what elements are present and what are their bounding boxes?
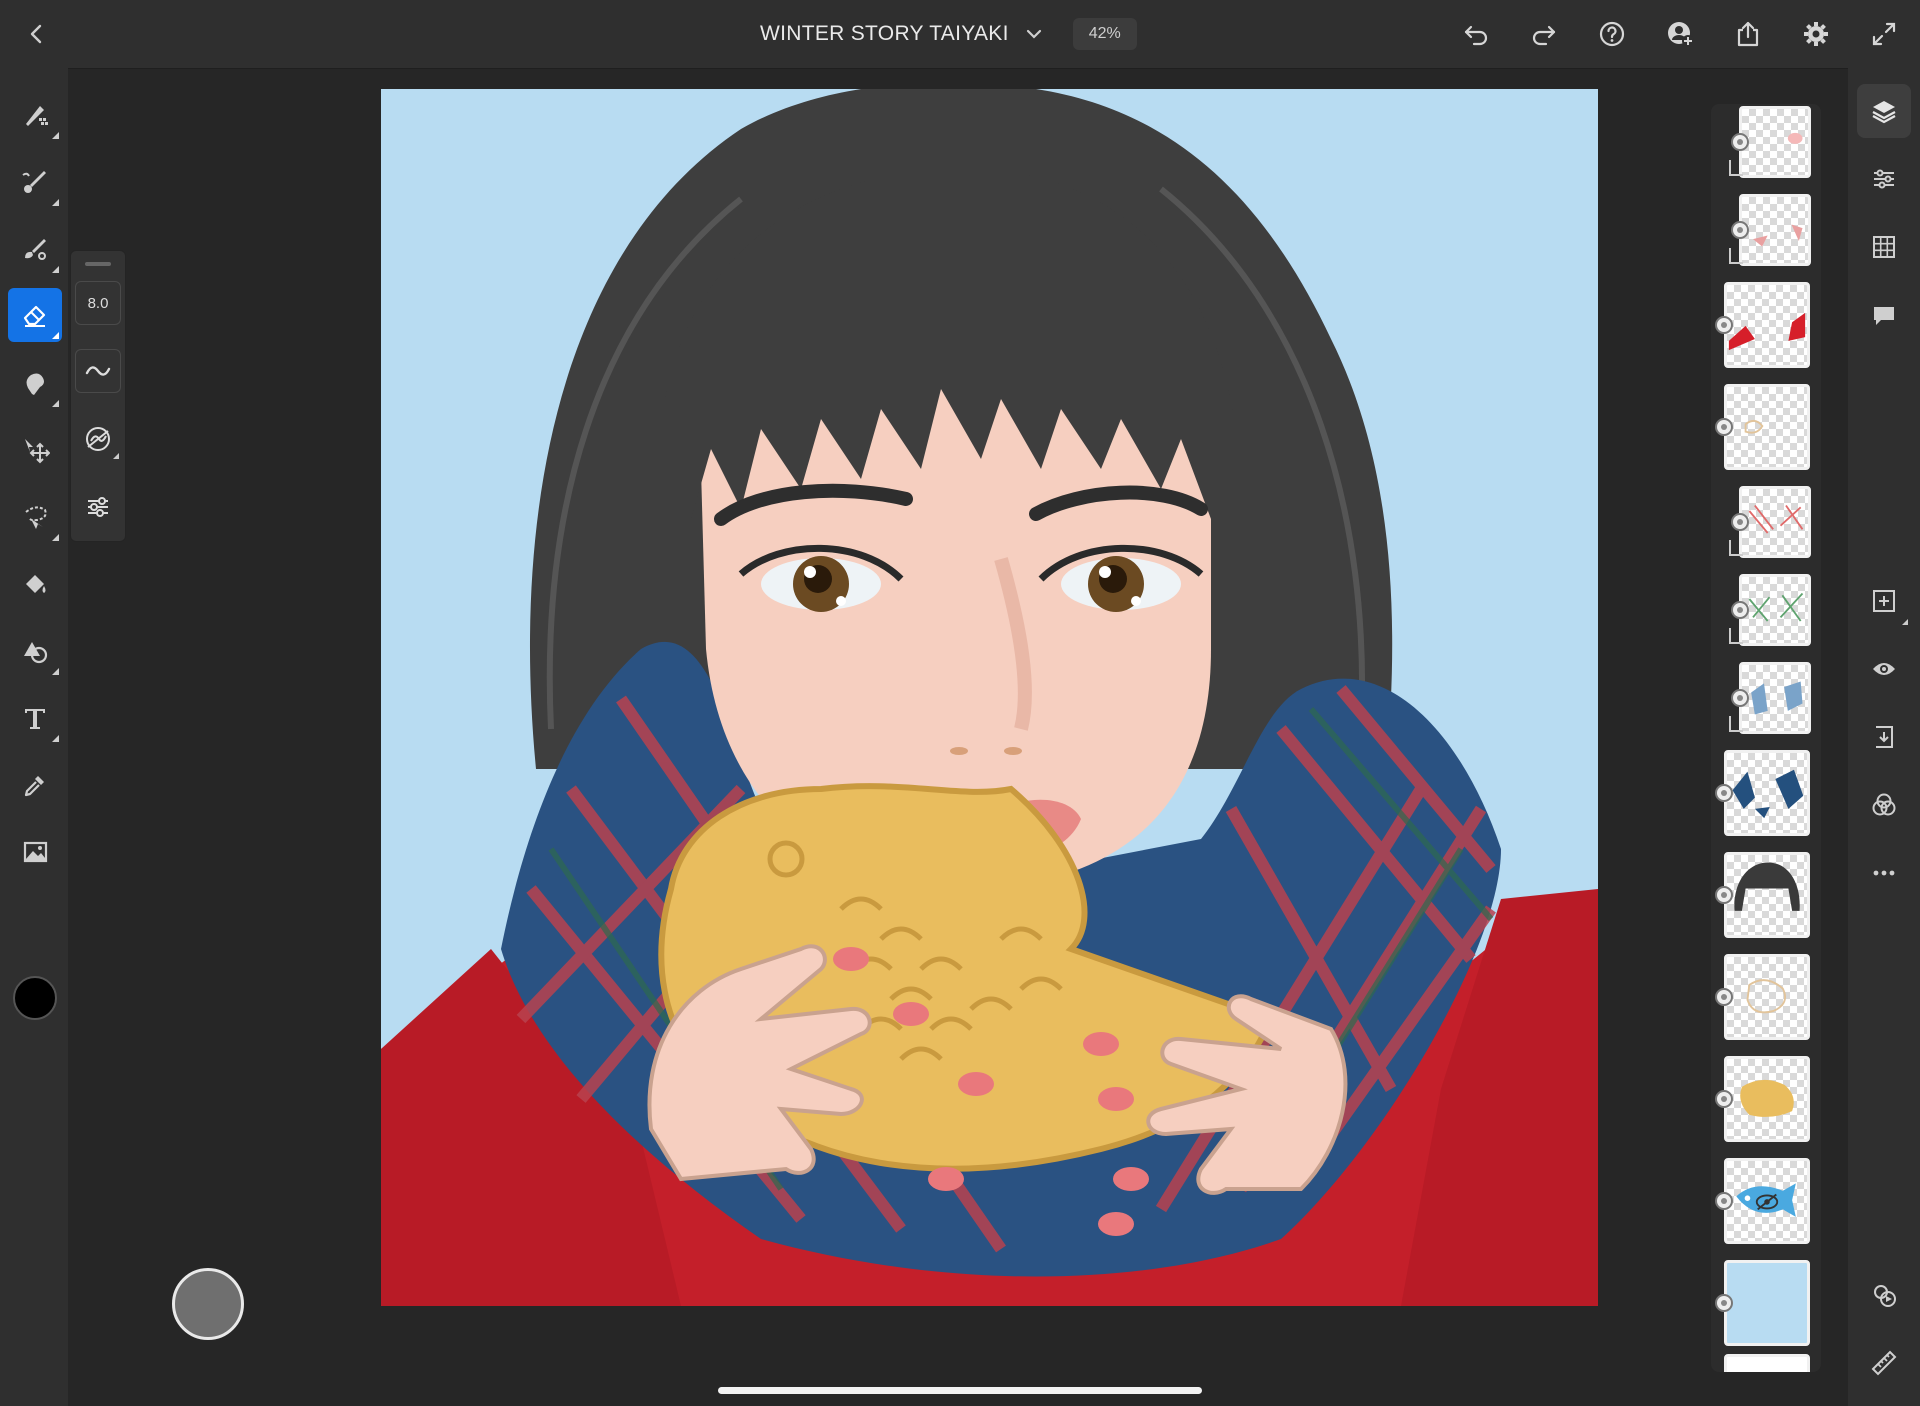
layer-visibility-toggle[interactable]: [1731, 133, 1749, 151]
layer-thumbnail[interactable]: [1739, 574, 1811, 646]
clipping-mask-icon: [1729, 628, 1743, 644]
layer-thumbnail[interactable]: [1724, 750, 1810, 836]
touch-shortcut-button[interactable]: [172, 1268, 244, 1340]
top-actions: [1430, 12, 1920, 56]
background-color-layer[interactable]: [1724, 1260, 1810, 1346]
move-icon: [25, 439, 50, 464]
live-brush-icon: [22, 171, 46, 193]
comments-icon[interactable]: [1857, 288, 1911, 342]
sliders-icon: [88, 497, 108, 517]
invite-icon[interactable]: [1658, 12, 1702, 56]
brush-settings-button[interactable]: [75, 417, 121, 461]
redo-icon[interactable]: [1522, 12, 1566, 56]
artwork-canvas[interactable]: [381, 89, 1598, 1306]
type-icon: [25, 709, 45, 729]
layer-visibility-toggle[interactable]: [1715, 316, 1733, 334]
clipping-mask-icon: [1729, 160, 1743, 176]
layer-thumbnail[interactable]: [1724, 1056, 1810, 1142]
layer-thumbnail[interactable]: [1724, 852, 1810, 938]
fill-tool[interactable]: [8, 557, 62, 611]
clipping-mask-icon: [1729, 248, 1743, 264]
layer-thumbnail[interactable]: [1739, 106, 1811, 178]
layer-visibility-toggle[interactable]: [1731, 513, 1749, 531]
clipping-mask-icon: [1729, 540, 1743, 556]
layers-panel: [1711, 104, 1821, 1372]
layer-visibility-toggle[interactable]: [1715, 418, 1733, 436]
transform-tool[interactable]: [8, 423, 62, 477]
back-icon[interactable]: [22, 20, 50, 48]
layer-visibility-toggle[interactable]: [1715, 1192, 1733, 1210]
eyedropper-tool[interactable]: [8, 758, 62, 812]
layer-properties-icon[interactable]: [1857, 152, 1911, 206]
layer-thumbnail[interactable]: [1724, 1354, 1810, 1372]
merge-down-icon[interactable]: [1857, 710, 1911, 764]
share-icon[interactable]: [1726, 12, 1770, 56]
layer-visibility-toggle[interactable]: [1715, 886, 1733, 904]
layer-thumbnail[interactable]: [1739, 486, 1811, 558]
smudge-tool[interactable]: [8, 356, 62, 410]
vector-brush-tool[interactable]: [8, 222, 62, 276]
layer-thumbnail[interactable]: [1724, 384, 1810, 470]
top-bar: WINTER STORY TAIYAKI 42%: [0, 0, 1920, 69]
artwork-illustration: [381, 89, 1598, 1306]
layer-visibility-toggle[interactable]: [1731, 689, 1749, 707]
eraser-tool[interactable]: [8, 288, 62, 342]
home-indicator: [718, 1387, 1202, 1394]
place-image-tool[interactable]: [8, 825, 62, 879]
drag-handle[interactable]: [85, 262, 111, 266]
clipping-mask-icon: [1729, 716, 1743, 732]
image-icon: [23, 841, 48, 863]
layer-thumbnail[interactable]: [1739, 662, 1811, 734]
visibility-icon[interactable]: [1857, 642, 1911, 696]
shapes-tool[interactable]: [8, 624, 62, 678]
type-tool[interactable]: [8, 691, 62, 745]
brush-size-field[interactable]: 8.0: [75, 281, 121, 325]
more-icon[interactable]: [1857, 846, 1911, 900]
pixel-brush-tool[interactable]: [8, 88, 62, 142]
live-brush-tool[interactable]: [8, 155, 62, 209]
paint-bucket-icon: [26, 575, 46, 593]
ruler-icon[interactable]: [1857, 1336, 1911, 1390]
eyedropper-icon: [24, 776, 44, 797]
zoom-level[interactable]: 42%: [1072, 18, 1137, 50]
color-swatch[interactable]: [13, 976, 57, 1020]
document-title[interactable]: WINTER STORY TAIYAKI: [760, 22, 1009, 46]
brush-adjust-button[interactable]: [75, 485, 121, 529]
layer-thumbnail[interactable]: [1724, 282, 1810, 368]
layers-icon[interactable]: [1857, 84, 1911, 138]
eraser-icon: [23, 305, 46, 327]
help-icon[interactable]: [1590, 12, 1634, 56]
layer-visibility-toggle[interactable]: [1731, 601, 1749, 619]
tilde-icon: [85, 366, 111, 376]
tools-toolbar: [0, 68, 68, 1406]
layer-visibility-toggle[interactable]: [1731, 221, 1749, 239]
layer-visibility-toggle[interactable]: [1715, 1090, 1733, 1108]
taiyaki-blue-layer[interactable]: [1724, 1158, 1810, 1244]
layer-visibility-toggle[interactable]: [1715, 1294, 1733, 1312]
document-title-area: WINTER STORY TAIYAKI 42%: [760, 14, 1137, 54]
brush-stroke-icon: [86, 427, 110, 451]
layer-visibility-toggle[interactable]: [1715, 988, 1733, 1006]
shapes-icon: [24, 642, 48, 664]
brush-flow-button[interactable]: [75, 349, 121, 393]
smudge-icon: [26, 373, 44, 395]
add-layer-icon[interactable]: [1857, 574, 1911, 628]
layer-thumbnail[interactable]: [1739, 194, 1811, 266]
lasso-icon: [25, 506, 47, 529]
fullscreen-icon[interactable]: [1862, 12, 1906, 56]
blend-icon[interactable]: [1857, 778, 1911, 832]
grid-icon[interactable]: [1857, 220, 1911, 274]
eraser-settings-flyout: 8.0: [70, 250, 126, 542]
vector-brush-icon: [25, 239, 46, 260]
selection-tool[interactable]: [8, 490, 62, 544]
chevron-down-icon[interactable]: [1023, 23, 1045, 45]
pixel-brush-icon: [26, 106, 48, 126]
right-toolbar: [1848, 68, 1920, 1406]
layer-visibility-toggle[interactable]: [1715, 784, 1733, 802]
layer-thumbnail[interactable]: [1724, 954, 1810, 1040]
settings-icon[interactable]: [1794, 12, 1838, 56]
timelapse-icon[interactable]: [1857, 1268, 1911, 1322]
undo-icon[interactable]: [1454, 12, 1498, 56]
